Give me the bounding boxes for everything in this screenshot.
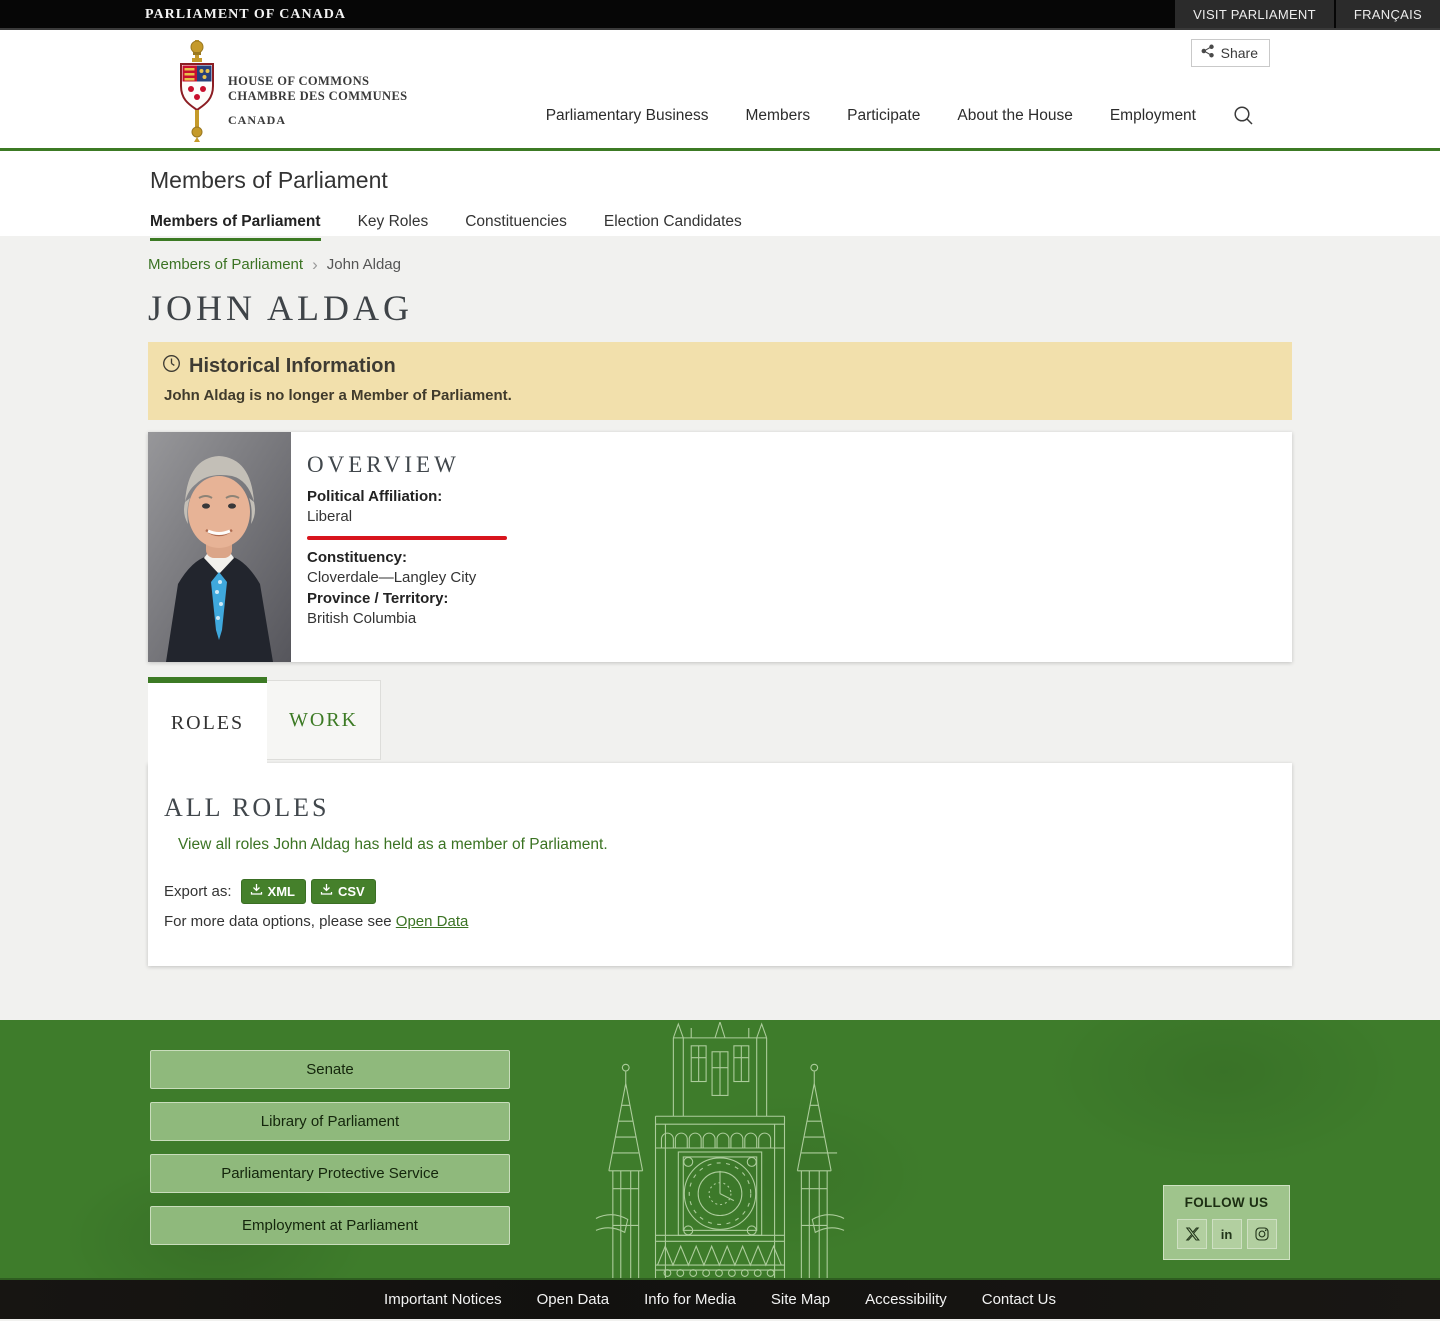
export-xml-button[interactable]: XML (240, 879, 306, 904)
profile-tabs: ROLES WORK (148, 677, 1292, 763)
breadcrumb-separator-icon: › (312, 255, 318, 274)
employment-at-parliament-button[interactable]: Employment at Parliament (150, 1206, 510, 1245)
province-territory-label: Province / Territory: (307, 590, 449, 607)
linkedin-icon[interactable]: in (1211, 1219, 1242, 1249)
clock-icon (162, 354, 181, 378)
logo-line-french: CHAMBRE DES COMMUNES (228, 89, 408, 103)
follow-us-box: FOLLOW US in (1163, 1185, 1290, 1260)
logo-line-canada: CANADA (228, 113, 286, 127)
x-twitter-icon[interactable] (1176, 1219, 1207, 1249)
logo-line-english: HOUSE OF COMMONS (228, 74, 370, 88)
share-icon (1201, 44, 1215, 61)
historical-information-alert: Historical Information John Aldag is no … (148, 342, 1292, 420)
province-territory-value: British Columbia (307, 610, 417, 627)
parliamentary-protective-service-button[interactable]: Parliamentary Protective Service (150, 1154, 510, 1193)
constituency-label: Constituency: (307, 549, 408, 566)
political-affiliation-label: Political Affiliation: (307, 488, 443, 505)
instagram-icon[interactable] (1246, 1219, 1277, 1249)
open-data-footer-link[interactable]: Open Data (537, 1291, 610, 1308)
alert-title: Historical Information (189, 354, 396, 377)
share-button[interactable]: Share (1190, 39, 1270, 67)
member-portrait-photo (148, 432, 291, 662)
view-all-roles-link[interactable]: View all roles John Aldag has held as a … (178, 836, 608, 854)
overview-body: OVERVIEW Political Affiliation: Liberal … (291, 432, 507, 662)
export-row: Export as: XML CSV (164, 879, 1276, 904)
page-title: JOHN ALDAG (148, 288, 413, 328)
more-data-options-text: For more data options, please see Open D… (164, 913, 1276, 930)
top-utility-bar: PARLIAMENT OF CANADA VISIT PARLIAMENT FR… (0, 0, 1440, 30)
tab-constituencies[interactable]: Constituencies (465, 213, 567, 241)
open-data-link[interactable]: Open Data (396, 913, 469, 930)
breadcrumb-members-link[interactable]: Members of Parliament (148, 256, 303, 273)
overview-card: OVERVIEW Political Affiliation: Liberal … (148, 432, 1292, 662)
bottom-links-bar: Important Notices Open Data Info for Med… (0, 1278, 1440, 1319)
site-header: HOUSE OF COMMONS CHAMBRE DES COMMUNES CA… (0, 30, 1440, 151)
site-footer: Senate Library of Parliament Parliamenta… (0, 1020, 1440, 1278)
nav-parliamentary-business[interactable]: Parliamentary Business (546, 107, 709, 125)
house-of-commons-logo[interactable]: HOUSE OF COMMONS CHAMBRE DES COMMUNES CA… (176, 38, 408, 149)
tab-key-roles[interactable]: Key Roles (358, 213, 429, 241)
tab-members-of-parliament[interactable]: Members of Parliament (150, 213, 321, 241)
export-csv-label: CSV (337, 883, 365, 899)
export-csv-button[interactable]: CSV (310, 879, 376, 904)
nav-employment[interactable]: Employment (1110, 107, 1196, 125)
export-as-label: Export as: (164, 883, 232, 900)
tab-election-candidates[interactable]: Election Candidates (604, 213, 742, 241)
overview-heading: OVERVIEW (307, 452, 460, 477)
download-icon (250, 883, 263, 899)
political-affiliation-value: Liberal (307, 508, 353, 525)
info-for-media-link[interactable]: Info for Media (644, 1291, 736, 1308)
peace-tower-graphic (595, 1020, 845, 1278)
important-notices-link[interactable]: Important Notices (384, 1291, 502, 1308)
site-map-link[interactable]: Site Map (771, 1291, 830, 1308)
accessibility-link[interactable]: Accessibility (865, 1291, 947, 1308)
utility-links: VISIT PARLIAMENT FRANÇAIS (1173, 0, 1440, 28)
nav-members[interactable]: Members (746, 107, 811, 125)
parliament-of-canada-brand: PARLIAMENT OF CANADA (145, 7, 346, 22)
footer-institution-buttons: Senate Library of Parliament Parliamenta… (150, 1050, 510, 1245)
members-section-band: Members of Parliament Members of Parliam… (0, 151, 1440, 241)
contact-us-link[interactable]: Contact Us (982, 1291, 1056, 1308)
all-roles-panel: ALL ROLES View all roles John Aldag has … (148, 763, 1292, 966)
tab-work[interactable]: WORK (267, 680, 381, 760)
section-title: Members of Parliament (150, 167, 388, 193)
breadcrumb: Members of Parliament › John Aldag (148, 236, 1292, 273)
share-button-label: Share (1220, 44, 1258, 61)
library-of-parliament-button[interactable]: Library of Parliament (150, 1102, 510, 1141)
tab-roles[interactable]: ROLES (148, 677, 267, 763)
main-navigation: Parliamentary Business Members Participa… (546, 105, 1254, 126)
alert-message: John Aldag is no longer a Member of Parl… (164, 387, 512, 404)
house-of-commons-crest-icon (176, 38, 218, 149)
constituency-value: Cloverdale—Langley City (307, 569, 477, 586)
more-data-options-prefix: For more data options, please see (164, 913, 396, 930)
follow-us-title: FOLLOW US (1184, 1195, 1269, 1210)
page-content: Members of Parliament › John Aldag JOHN … (0, 236, 1440, 1020)
breadcrumb-current: John Aldag (326, 256, 401, 273)
download-icon (320, 883, 333, 899)
party-color-bar (307, 536, 507, 540)
nav-participate[interactable]: Participate (847, 107, 920, 125)
nav-about-the-house[interactable]: About the House (957, 107, 1072, 125)
senate-button[interactable]: Senate (150, 1050, 510, 1089)
search-icon[interactable] (1233, 105, 1254, 126)
export-xml-label: XML (267, 883, 295, 899)
linkedin-glyph: in (1220, 1226, 1233, 1242)
language-toggle-francais[interactable]: FRANÇAIS (1335, 0, 1440, 28)
all-roles-heading: ALL ROLES (164, 793, 330, 822)
visit-parliament-link[interactable]: VISIT PARLIAMENT (1175, 0, 1334, 28)
logo-wordmark: HOUSE OF COMMONS CHAMBRE DES COMMUNES CA… (228, 38, 408, 149)
